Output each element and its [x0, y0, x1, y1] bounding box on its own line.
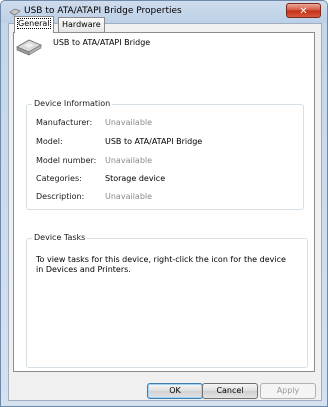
window-title: USB to ATA/ATAPI Bridge Properties	[24, 6, 182, 16]
model-number-label: Model number:	[36, 156, 97, 165]
description-label: Description:	[36, 192, 85, 201]
model-value: USB to ATA/ATAPI Bridge	[105, 137, 203, 146]
tab-hardware-label: Hardware	[62, 20, 101, 29]
description-value: Unavailable	[105, 192, 153, 201]
tab-hardware[interactable]: Hardware	[58, 17, 105, 32]
apply-button[interactable]: Apply	[260, 383, 316, 399]
categories-value: Storage device	[105, 174, 166, 183]
device-tasks-legend: Device Tasks	[32, 233, 88, 242]
manufacturer-value: Unavailable	[105, 118, 153, 127]
manufacturer-label: Manufacturer:	[36, 118, 93, 127]
tab-general[interactable]: General	[14, 16, 54, 33]
model-label: Model:	[36, 137, 63, 146]
model-number-value: Unavailable	[105, 156, 153, 165]
close-button[interactable]: ✕	[286, 3, 321, 18]
cancel-button[interactable]: Cancel	[202, 383, 258, 399]
storage-device-icon	[16, 39, 42, 56]
device-information-legend: Device Information	[32, 99, 113, 108]
categories-label: Categories:	[36, 174, 82, 183]
ok-button[interactable]: OK	[147, 383, 203, 399]
tab-general-label: General	[17, 18, 51, 29]
device-tasks-text: To view tasks for this device, right-cli…	[36, 255, 286, 274]
device-name: USB to ATA/ATAPI Bridge	[53, 38, 151, 47]
storage-device-icon	[9, 8, 21, 16]
